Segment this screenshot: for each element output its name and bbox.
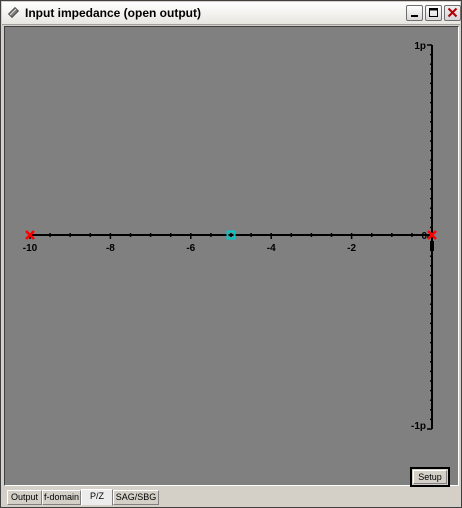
title-bar[interactable]: Input impedance (open output) bbox=[2, 2, 461, 25]
window: Input impedance (open output) -10 -8 -6 -4-… bbox=[0, 0, 462, 508]
tab-output[interactable]: Output bbox=[7, 490, 42, 505]
origin-marker bbox=[430, 241, 434, 251]
tab-sag-sbg[interactable]: SAG/SBG bbox=[113, 490, 159, 505]
real-axis-tick-label: 0 bbox=[421, 231, 427, 242]
tab-pz[interactable]: P/Z bbox=[81, 489, 113, 506]
setup-button[interactable]: Setup bbox=[410, 467, 450, 487]
real-axis-tick-label: -6 bbox=[186, 243, 195, 254]
tab-f-domain[interactable]: f-domain bbox=[42, 490, 81, 505]
window-title: Input impedance (open output) bbox=[25, 6, 201, 20]
imag-axis-tick-label: 1p bbox=[414, 41, 426, 52]
imag-axis-tick-label: -1p bbox=[411, 421, 426, 432]
minimize-icon bbox=[411, 15, 418, 17]
real-axis-tick-label: -4 bbox=[267, 243, 276, 254]
minimize-button[interactable] bbox=[406, 5, 423, 21]
tab-bar: Output f-domain P/Z SAG/SBG bbox=[4, 489, 460, 508]
pole-zero-plot[interactable]: -10 -8 -6 -4 -2 0 1p -1p bbox=[4, 26, 459, 486]
maximize-icon bbox=[429, 8, 438, 17]
app-icon[interactable] bbox=[6, 5, 21, 20]
close-button[interactable] bbox=[444, 5, 461, 21]
close-icon bbox=[447, 7, 458, 18]
pole-zero-canvas: -10 -8 -6 -4 -2 0 1p -1p bbox=[23, 41, 437, 432]
real-axis-tick-label: -10 bbox=[23, 243, 38, 254]
maximize-button[interactable] bbox=[425, 5, 442, 21]
real-axis-tick-label: -2 bbox=[347, 243, 356, 254]
setup-label: Setup bbox=[418, 472, 442, 482]
real-axis-tick-label: -8 bbox=[106, 243, 115, 254]
